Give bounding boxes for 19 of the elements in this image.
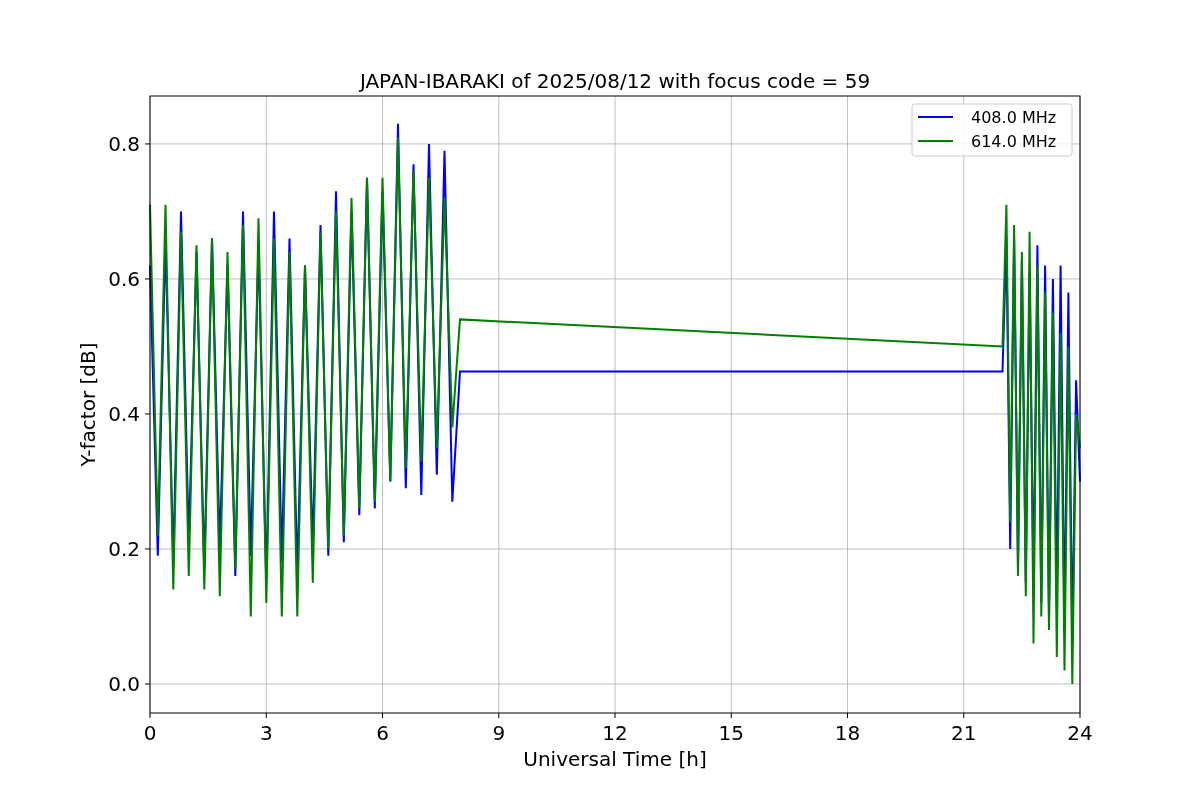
legend-label: 408.0 MHz — [971, 108, 1057, 127]
axis-label: Y-factor [dB] — [76, 342, 100, 467]
tick-label: 9 — [492, 721, 506, 745]
tick-label: 0.8 — [108, 131, 140, 156]
tick-label: 0.4 — [108, 401, 140, 426]
tick-label: 24 — [1067, 721, 1093, 745]
tick-label: 12 — [602, 721, 628, 745]
tick-label: 0 — [143, 721, 157, 745]
tick-label: 6 — [376, 721, 389, 745]
tick-label: 0.6 — [108, 266, 140, 291]
axis-label: Universal Time [h] — [523, 747, 707, 771]
tick-label: 0.0 — [108, 671, 140, 696]
tick-label: 15 — [718, 721, 744, 745]
legend-label: 614.0 MHz — [971, 132, 1057, 151]
chart-title: JAPAN-IBARAKI of 2025/08/12 with focus code = 59 — [359, 69, 871, 93]
tick-label: 18 — [834, 721, 861, 745]
tick-label: 3 — [259, 721, 273, 745]
tick-label: 0.2 — [108, 536, 140, 561]
tick-label: 21 — [951, 721, 977, 745]
